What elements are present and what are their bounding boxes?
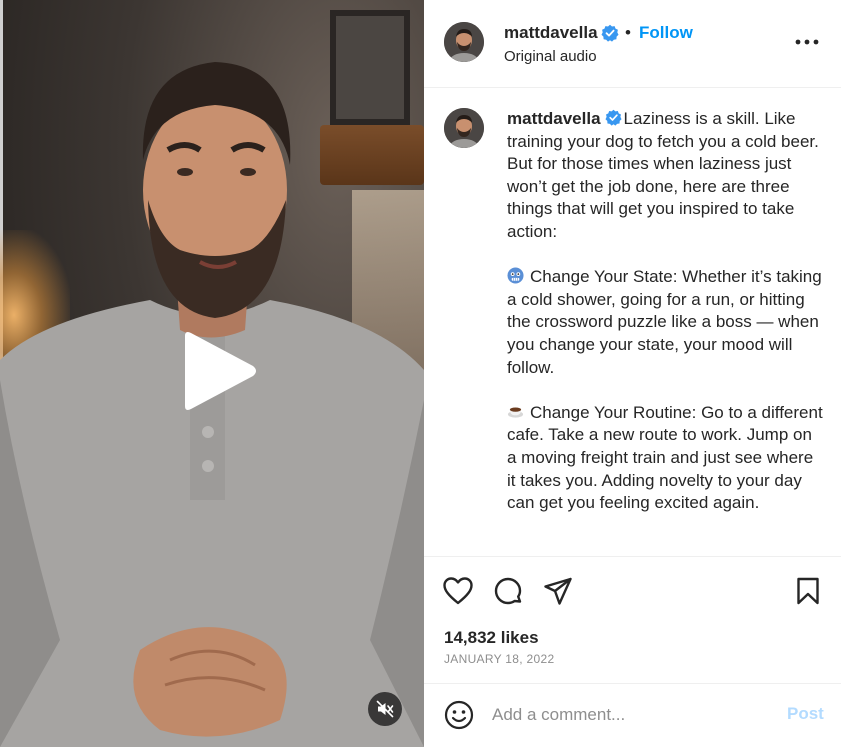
avatar-image (444, 22, 484, 62)
post-caption: mattdavella Laziness is a skill. Like tra… (507, 108, 823, 515)
likes-count[interactable]: 14,832 likes (444, 628, 539, 648)
caption-section: mattdavella Laziness is a skill. Like tra… (424, 88, 841, 556)
save-button[interactable] (792, 575, 824, 607)
comment-button[interactable] (492, 575, 524, 607)
caption-username[interactable]: mattdavella (507, 109, 601, 128)
avatar-image (444, 108, 484, 148)
paper-plane-icon (544, 577, 572, 605)
mute-button[interactable] (368, 692, 402, 726)
cold-face-emoji-icon (507, 267, 524, 284)
more-options-button[interactable] (794, 32, 820, 52)
post-side-panel: mattdavella • Follow Original audio matt… (424, 0, 841, 747)
share-button[interactable] (542, 575, 574, 607)
coffee-emoji-icon (507, 407, 524, 418)
play-button[interactable] (175, 328, 259, 414)
smiley-icon (444, 700, 474, 730)
header-username[interactable]: mattdavella (504, 23, 598, 43)
comment-input[interactable] (492, 702, 762, 728)
like-button[interactable] (442, 575, 474, 607)
caption-point-state: Change Your State: Whether it’s taking a… (507, 267, 827, 377)
caption-avatar[interactable] (444, 108, 484, 148)
verified-badge-icon (605, 109, 622, 126)
original-audio-link[interactable]: Original audio (504, 48, 597, 65)
emoji-picker-button[interactable] (444, 700, 474, 730)
follow-button[interactable]: Follow (639, 23, 693, 43)
avatar[interactable] (444, 22, 484, 62)
bookmark-icon (797, 577, 819, 605)
caption-intro: Laziness is a skill. Like training your … (507, 109, 824, 241)
post-actions: 14,832 likes JANUARY 18, 2022 (424, 556, 841, 684)
reel-video[interactable] (0, 0, 424, 747)
post-header: mattdavella • Follow Original audio (424, 0, 841, 88)
header-separator: • (625, 23, 631, 42)
play-icon (185, 332, 256, 410)
muted-speaker-icon (376, 700, 394, 718)
verified-badge-icon (601, 24, 619, 42)
more-options-icon (795, 39, 819, 45)
post-date[interactable]: JANUARY 18, 2022 (444, 652, 554, 666)
comment-bar: Post (424, 684, 841, 747)
caption-point-routine: Change Your Routine: Go to a different c… (507, 402, 828, 513)
post-comment-button[interactable]: Post (787, 704, 824, 724)
comment-bubble-icon (494, 577, 522, 605)
heart-icon (443, 577, 473, 605)
